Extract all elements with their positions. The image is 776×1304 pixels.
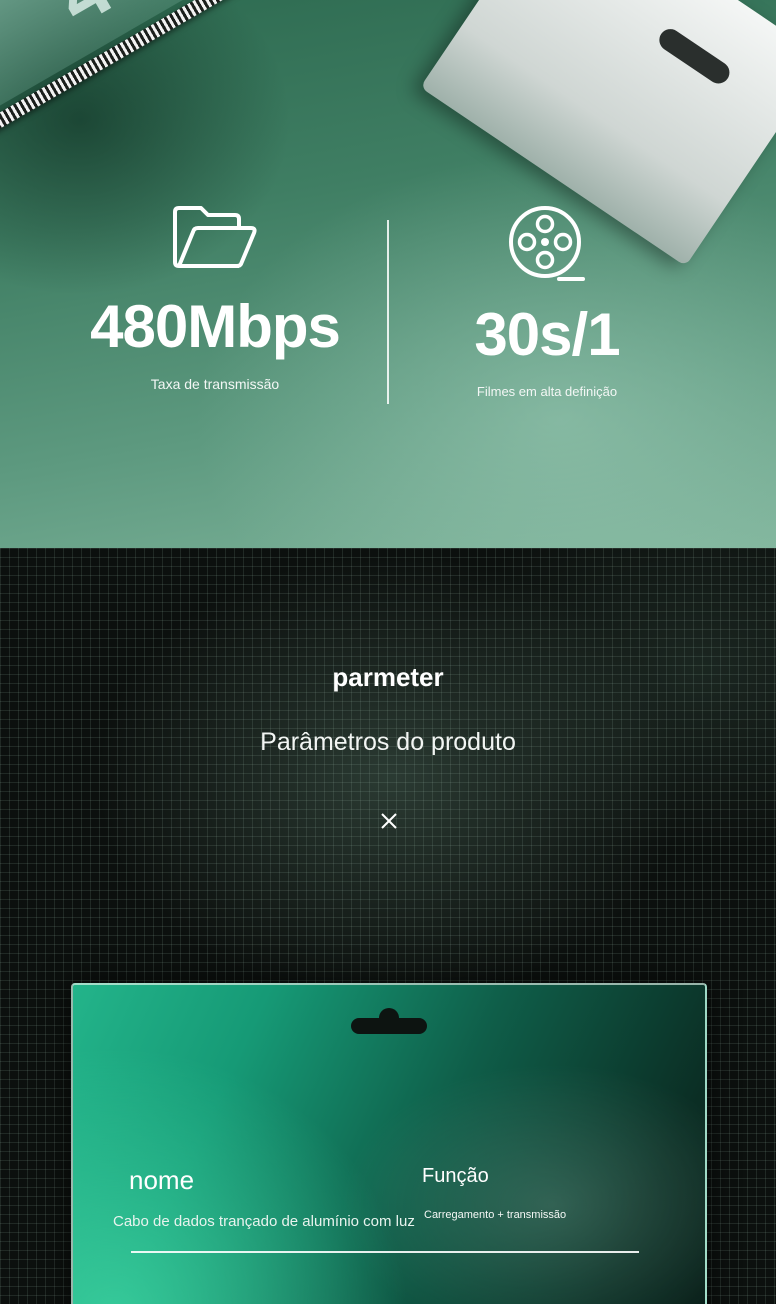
section-subtitle: Parâmetros do produto — [260, 728, 516, 756]
spec-film-speed: 30s/1 Filmes em alta definição — [387, 204, 707, 399]
function-label: Função — [422, 1165, 489, 1187]
spec-value: 480Mbps — [90, 293, 341, 360]
name-label: nome — [129, 1165, 195, 1195]
product-parameters-section: parmeter Parâmetros do produto nome Cabo… — [0, 548, 776, 1304]
cable-plate — [0, 0, 430, 138]
parameter-card: nome Cabo de dados trançado de alumínio … — [71, 983, 707, 1304]
hero-banner: 480M 480Mbps Taxa de transmissão 30s/1 F… — [0, 0, 776, 548]
function-value: Carregamento + transmissão — [424, 1209, 567, 1221]
hang-hole — [351, 1008, 427, 1034]
spec-caption: Taxa de transmissão — [150, 376, 280, 392]
section-title: parmeter — [332, 662, 444, 692]
spec-transfer-rate: 480Mbps Taxa de transmissão — [55, 204, 375, 392]
spec-caption: Filmes em alta definição — [476, 384, 618, 399]
name-value: Cabo de dados trançado de alumínio com l… — [113, 1213, 415, 1230]
folder-icon — [173, 206, 257, 268]
plug-hole — [655, 24, 734, 88]
spec-value: 30s/1 — [474, 301, 620, 368]
film-reel-icon — [509, 206, 585, 281]
card-divider — [131, 1251, 639, 1253]
close-icon — [381, 813, 397, 829]
